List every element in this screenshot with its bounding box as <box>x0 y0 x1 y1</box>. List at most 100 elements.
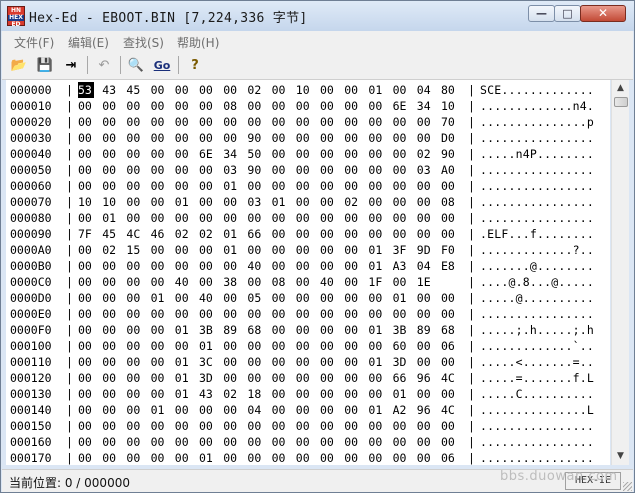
ascii-text[interactable]: SCE............. <box>480 82 594 98</box>
hex-byte[interactable]: 00 <box>223 370 239 386</box>
hex-byte[interactable]: 00 <box>102 434 118 450</box>
ascii-text[interactable]: ................ <box>480 194 594 210</box>
hex-byte[interactable]: 00 <box>320 178 336 194</box>
hex-byte[interactable]: 00 <box>223 258 239 274</box>
hex-byte[interactable]: E8 <box>441 258 457 274</box>
hex-byte[interactable]: 00 <box>102 114 118 130</box>
hex-byte[interactable]: 00 <box>78 274 94 290</box>
hex-byte[interactable]: 06 <box>441 338 457 354</box>
hex-byte[interactable]: 60 <box>393 338 409 354</box>
hex-byte[interactable]: 00 <box>272 162 288 178</box>
hex-byte[interactable]: 00 <box>320 450 336 466</box>
hex-byte[interactable]: 00 <box>223 130 239 146</box>
hex-byte[interactable]: 02 <box>223 386 239 402</box>
hex-byte[interactable]: 00 <box>247 242 263 258</box>
hex-byte[interactable]: 00 <box>126 450 142 466</box>
hex-byte[interactable]: 4C <box>441 402 457 418</box>
hex-byte[interactable]: 50 <box>247 146 263 162</box>
hex-byte[interactable]: 38 <box>223 274 239 290</box>
hex-byte[interactable]: 00 <box>78 290 94 306</box>
hex-byte[interactable]: 3D <box>199 370 215 386</box>
hex-byte[interactable]: 00 <box>417 210 433 226</box>
hex-byte[interactable]: 00 <box>175 82 191 98</box>
hex-byte[interactable]: 00 <box>368 306 384 322</box>
hex-byte[interactable]: 00 <box>320 82 336 98</box>
hex-byte[interactable]: 00 <box>320 322 336 338</box>
ascii-text[interactable]: .....<.......=.. <box>480 354 594 370</box>
hex-byte[interactable]: 00 <box>344 274 360 290</box>
hex-byte[interactable]: 00 <box>175 162 191 178</box>
hex-byte[interactable]: 00 <box>320 258 336 274</box>
hex-byte[interactable]: 00 <box>441 354 457 370</box>
hex-byte[interactable]: A3 <box>393 258 409 274</box>
hex-byte[interactable]: 00 <box>151 354 167 370</box>
maximize-button[interactable]: □ <box>554 5 581 22</box>
hex-byte[interactable]: 00 <box>320 290 336 306</box>
save-button[interactable]: 💾 <box>34 54 56 76</box>
hex-byte[interactable]: 00 <box>272 354 288 370</box>
hex-byte[interactable]: 00 <box>272 114 288 130</box>
hex-byte[interactable]: 00 <box>320 354 336 370</box>
hex-byte[interactable]: 00 <box>78 322 94 338</box>
hex-byte[interactable]: 00 <box>417 418 433 434</box>
hex-byte[interactable]: 00 <box>417 434 433 450</box>
hex-byte[interactable]: 89 <box>417 322 433 338</box>
hex-byte[interactable]: 00 <box>151 194 167 210</box>
ascii-text[interactable]: .....=.......f.L <box>480 370 594 386</box>
hex-byte[interactable]: 00 <box>296 98 312 114</box>
hex-byte[interactable]: 00 <box>344 370 360 386</box>
hex-byte[interactable]: 00 <box>320 242 336 258</box>
hex-byte[interactable]: 00 <box>126 306 142 322</box>
hex-byte[interactable]: 00 <box>102 354 118 370</box>
hex-byte[interactable]: 00 <box>272 450 288 466</box>
hex-byte[interactable]: 01 <box>102 210 118 226</box>
hex-byte[interactable]: 00 <box>272 130 288 146</box>
hex-byte[interactable]: 00 <box>320 226 336 242</box>
ascii-text[interactable]: ................ <box>480 178 594 194</box>
hex-byte[interactable]: 00 <box>441 386 457 402</box>
scroll-thumb[interactable] <box>614 97 628 107</box>
hex-byte[interactable]: 00 <box>296 194 312 210</box>
hex-byte[interactable]: 00 <box>296 146 312 162</box>
hex-byte[interactable]: 05 <box>247 290 263 306</box>
hex-byte[interactable]: 00 <box>393 162 409 178</box>
hex-byte[interactable]: 00 <box>296 274 312 290</box>
hex-byte[interactable]: 00 <box>223 114 239 130</box>
hex-byte[interactable]: 00 <box>102 450 118 466</box>
hex-byte[interactable]: 00 <box>151 258 167 274</box>
hex-byte[interactable]: 00 <box>272 210 288 226</box>
hex-byte[interactable]: 00 <box>296 226 312 242</box>
hex-editor[interactable]: 000000 | 53 43 45 00 00 00 00 02 00 10 00 00 01 00 04 80 |… <box>6 80 610 465</box>
hex-byte[interactable]: 00 <box>223 82 239 98</box>
hex-byte[interactable]: 00 <box>320 162 336 178</box>
hex-byte[interactable]: 08 <box>272 274 288 290</box>
hex-byte[interactable]: 00 <box>126 162 142 178</box>
ascii-text[interactable]: ................ <box>480 162 594 178</box>
hex-byte[interactable]: 90 <box>247 162 263 178</box>
ascii-text[interactable]: .ELF...f........ <box>480 226 594 242</box>
hex-byte[interactable]: 00 <box>126 274 142 290</box>
hex-byte[interactable]: 00 <box>320 194 336 210</box>
hex-byte[interactable]: 00 <box>199 306 215 322</box>
hex-byte[interactable]: 00 <box>223 210 239 226</box>
hex-byte[interactable]: 00 <box>368 370 384 386</box>
hex-byte[interactable]: 00 <box>320 306 336 322</box>
hex-byte[interactable]: 02 <box>344 194 360 210</box>
hex-byte[interactable]: 01 <box>368 354 384 370</box>
hex-byte[interactable]: 00 <box>393 434 409 450</box>
hex-byte[interactable]: 01 <box>393 290 409 306</box>
hex-byte[interactable]: 00 <box>368 178 384 194</box>
hex-byte[interactable]: 00 <box>247 98 263 114</box>
hex-byte[interactable]: 00 <box>199 258 215 274</box>
hex-byte[interactable]: 00 <box>199 274 215 290</box>
hex-byte[interactable]: 00 <box>175 130 191 146</box>
hex-byte[interactable]: 00 <box>417 194 433 210</box>
hex-byte[interactable]: 00 <box>320 386 336 402</box>
hex-byte[interactable]: 00 <box>344 82 360 98</box>
hex-byte[interactable]: 02 <box>247 82 263 98</box>
hex-byte[interactable]: 68 <box>441 322 457 338</box>
ascii-text[interactable]: ....@.8...@..... <box>480 274 594 290</box>
hex-byte[interactable]: 18 <box>247 386 263 402</box>
hex-byte[interactable]: 00 <box>368 338 384 354</box>
ascii-text[interactable]: .......@........ <box>480 258 594 274</box>
